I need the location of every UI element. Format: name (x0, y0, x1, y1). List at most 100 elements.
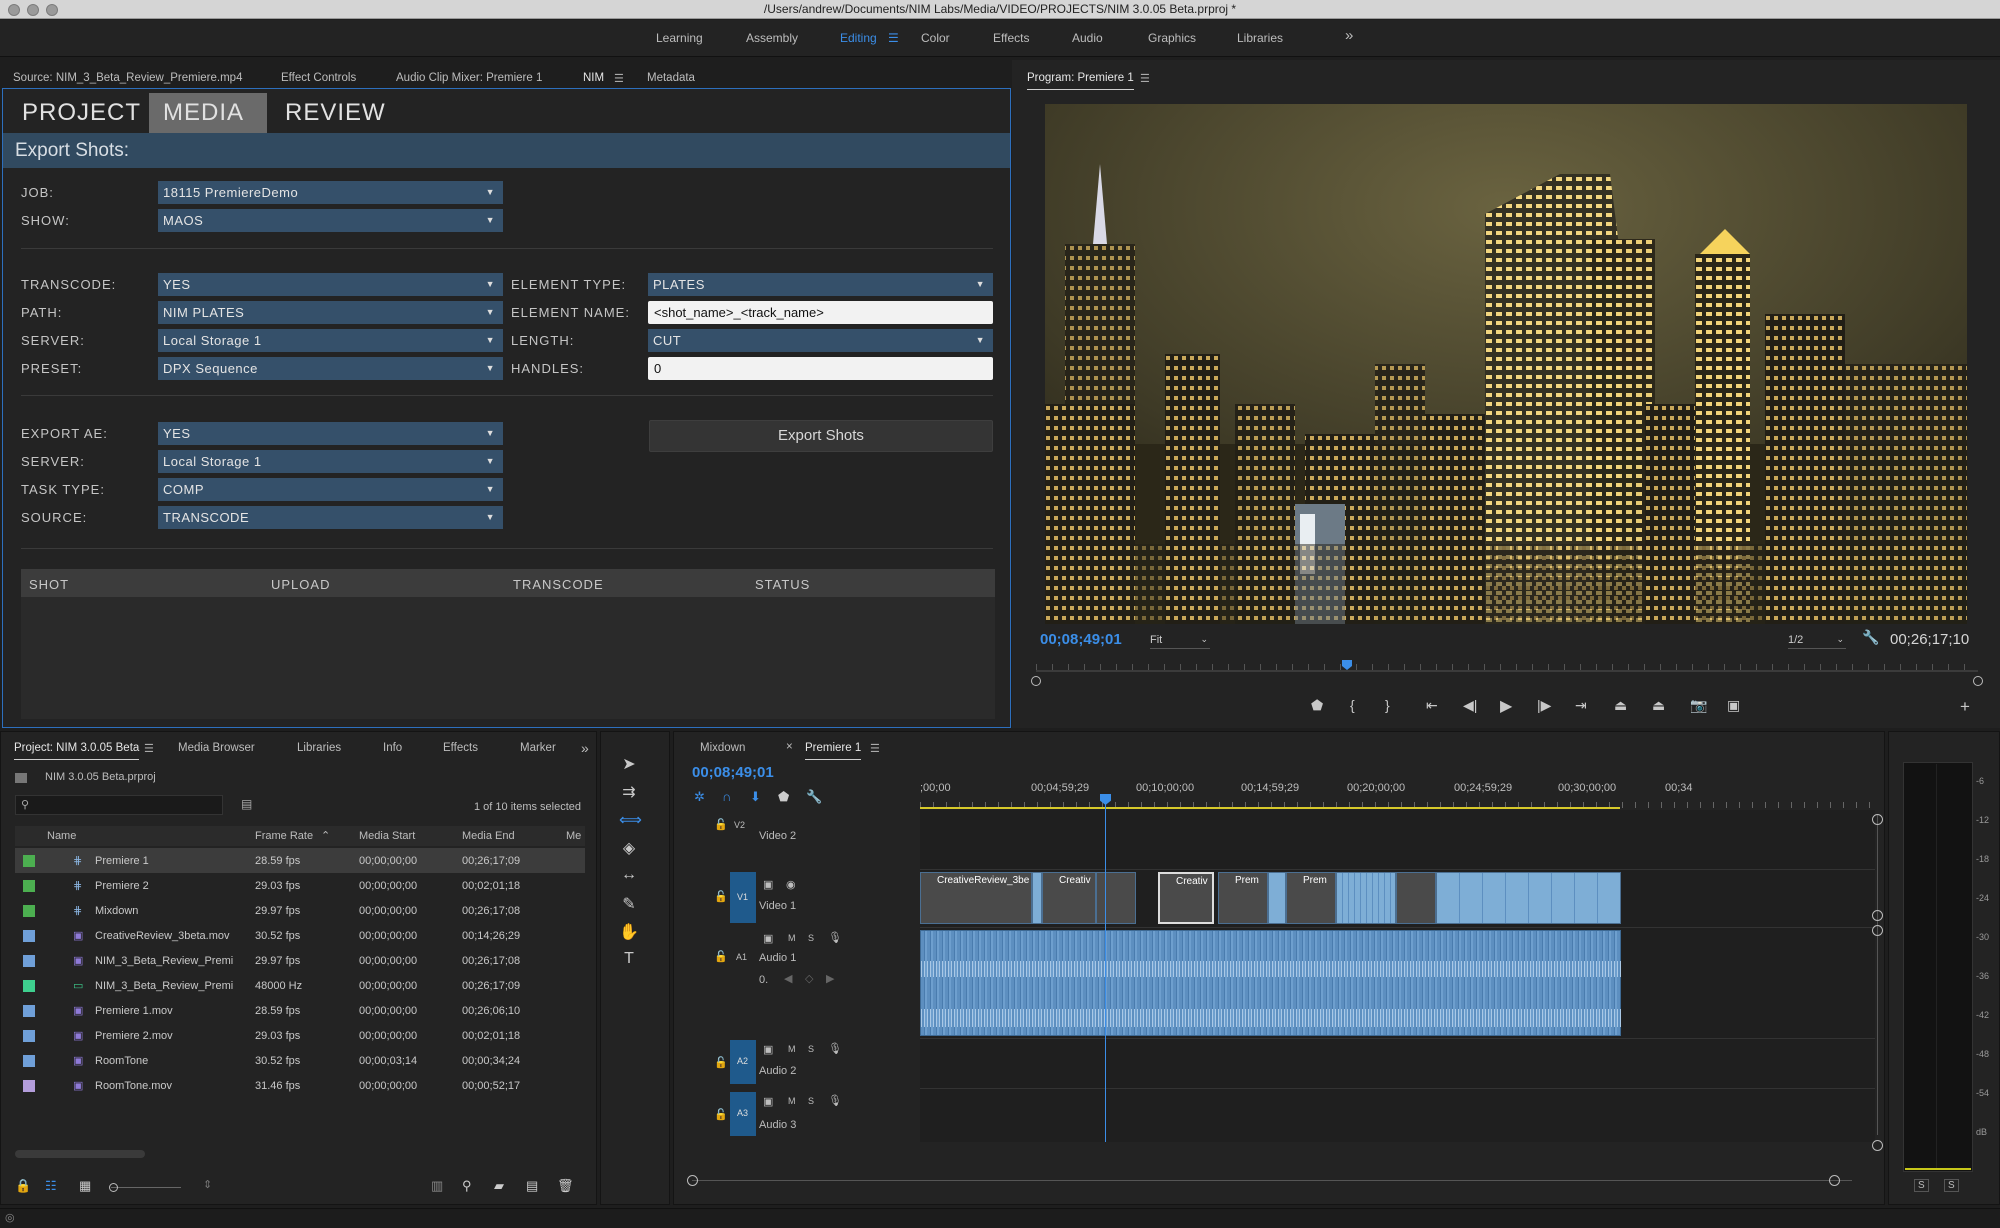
type-tool-icon[interactable]: T (619, 950, 639, 970)
tabs-overflow-icon[interactable]: » (581, 740, 589, 756)
vertical-zoom-track[interactable] (1877, 815, 1878, 1135)
comparison-view-icon[interactable]: ▣ (1727, 697, 1740, 714)
tab-effects[interactable]: Effects (443, 742, 478, 754)
automate-to-sequence-icon[interactable]: ▥ (431, 1178, 443, 1194)
tab-mixdown[interactable]: Mixdown (700, 742, 745, 754)
horizontal-zoom-handle[interactable] (687, 1175, 698, 1186)
zoom-window-button[interactable] (46, 4, 58, 16)
video-clip[interactable]: Prem (1286, 872, 1336, 924)
zoom-fit-select[interactable]: Fit ⌄ (1150, 634, 1210, 649)
snap-icon[interactable]: ∩ (722, 789, 731, 804)
status-indicator-icon[interactable]: ◎ (5, 1211, 15, 1224)
handles-input[interactable]: 0 (648, 357, 993, 380)
pen-tool-icon[interactable]: ✎ (619, 894, 639, 914)
icon-view-icon[interactable]: ▦ (79, 1178, 91, 1194)
vertical-zoom-handle[interactable] (1872, 1140, 1883, 1151)
zoom-slider[interactable] (111, 1187, 181, 1188)
track-a1-level[interactable]: 0. (759, 974, 768, 986)
export-ae-dropdown[interactable]: YES ▼ (158, 422, 503, 445)
label-color-swatch[interactable] (23, 1080, 35, 1092)
video-clip[interactable]: Prem (1218, 872, 1268, 924)
mute-button[interactable]: M (788, 1044, 796, 1054)
project-item-row[interactable]: ▭ NIM_3_Beta_Review_Premi 48000 Hz 00;00;00… (15, 973, 585, 998)
ripple-edit-tool-icon[interactable]: ⟺ (619, 810, 642, 830)
tab-effect-controls[interactable]: Effect Controls (281, 72, 356, 84)
work-area-bar[interactable] (920, 807, 1620, 809)
timeline-settings-icon[interactable]: 🔧 (806, 789, 822, 805)
video-clip[interactable] (1396, 872, 1436, 924)
toggle-sync-lock-icon[interactable]: ▣ (763, 878, 773, 891)
project-item-row[interactable]: ▣ NIM_3_Beta_Review_Premi 29.97 fps 00;00;0… (15, 948, 585, 973)
col-media-duration[interactable]: Me (566, 830, 581, 842)
mark-out-icon[interactable]: } (1385, 697, 1390, 713)
nim-nav-media[interactable]: MEDIA ▼ (149, 93, 267, 163)
program-menu-icon[interactable]: ☰ (1140, 72, 1150, 85)
col-transcode[interactable]: TRANSCODE (513, 577, 604, 592)
lock-icon[interactable]: 🔓 (714, 1056, 728, 1069)
workspace-assembly[interactable]: Assembly (746, 31, 798, 45)
timeline-current-timecode[interactable]: 00;08;49;01 (692, 764, 774, 781)
workspace-menu-icon[interactable]: ☰ (888, 31, 899, 45)
col-media-start[interactable]: Media Start (359, 830, 415, 842)
solo-right-button[interactable]: S (1944, 1179, 1959, 1192)
program-scrubber-track[interactable] (1036, 670, 1978, 672)
close-tab-icon[interactable]: × (786, 741, 793, 753)
project-item-row[interactable]: ▣ Premiere 1.mov 28.59 fps 00;00;00;00 00;26… (15, 998, 585, 1023)
mute-button[interactable]: M (788, 933, 796, 943)
label-color-swatch[interactable] (23, 1055, 35, 1067)
video-clip[interactable] (1436, 872, 1621, 924)
add-marker-icon[interactable]: ⬟ (1311, 697, 1323, 714)
workspace-graphics[interactable]: Graphics (1148, 31, 1196, 45)
workspace-audio[interactable]: Audio (1072, 31, 1103, 45)
project-menu-icon[interactable]: ☰ (144, 742, 154, 755)
sort-icon[interactable]: ⇕ (203, 1178, 212, 1191)
workspace-color[interactable]: Color (921, 31, 950, 45)
keyframe-icon[interactable]: ◇ (805, 972, 813, 985)
toggle-sync-lock-icon[interactable]: ▣ (763, 1095, 773, 1108)
go-to-in-icon[interactable]: ⇤ (1426, 697, 1438, 714)
show-dropdown[interactable]: MAOS ▼ (158, 209, 503, 232)
col-status[interactable]: STATUS (755, 577, 810, 592)
find-icon[interactable]: ⚲ (462, 1178, 472, 1194)
col-shot[interactable]: SHOT (29, 577, 69, 592)
job-dropdown[interactable]: 18115 PremiereDemo ▼ (158, 181, 503, 204)
list-view-icon[interactable]: ☷ (45, 1178, 57, 1194)
tab-metadata[interactable]: Metadata (647, 72, 695, 84)
solo-button[interactable]: S (808, 1096, 814, 1106)
mute-button[interactable]: M (788, 1096, 796, 1106)
razor-tool-icon[interactable]: ◈ (619, 838, 639, 858)
col-name[interactable]: Name (47, 830, 76, 842)
tab-nim[interactable]: NIM (583, 72, 605, 90)
timeline-menu-icon[interactable]: ☰ (870, 742, 880, 755)
workspace-editing[interactable]: Editing (840, 31, 877, 45)
tab-audio-clip-mixer[interactable]: Audio Clip Mixer: Premiere 1 (396, 72, 542, 84)
resolution-select[interactable]: 1/2 ⌄ (1788, 634, 1846, 649)
element-type-dropdown[interactable]: PLATES ▼ (648, 273, 993, 296)
tab-source[interactable]: Source: NIM_3_Beta_Review_Premiere.mp4 (13, 72, 242, 84)
step-forward-icon[interactable]: |▶ (1537, 697, 1551, 714)
horizontal-zoom-track[interactable] (692, 1180, 1852, 1181)
tab-marker[interactable]: Marker (520, 742, 556, 754)
clear-icon[interactable]: 🗑 (557, 1178, 574, 1194)
task-type-dropdown[interactable]: COMP ▼ (158, 478, 503, 501)
program-current-timecode[interactable]: 00;08;49;01 (1040, 631, 1122, 648)
project-item-row[interactable]: ⋕ Premiere 2 29.03 fps 00;00;00;00 00;02;01;… (15, 873, 585, 898)
workspace-libraries[interactable]: Libraries (1237, 31, 1283, 45)
label-color-swatch[interactable] (23, 855, 35, 867)
extract-icon[interactable]: ⏏ (1652, 697, 1665, 714)
tab-info[interactable]: Info (383, 742, 402, 754)
tab-libraries[interactable]: Libraries (297, 742, 341, 754)
zoom-slider-handle[interactable] (109, 1183, 118, 1192)
step-back-icon[interactable]: ◀| (1463, 697, 1477, 714)
project-item-row[interactable]: ⋕ Premiere 1 28.59 fps 00;00;00;00 00;26;17;… (15, 848, 585, 873)
label-color-swatch[interactable] (23, 980, 35, 992)
track-select-tool-icon[interactable]: ⇉ (619, 782, 639, 802)
project-item-row[interactable]: ▣ Premiere 2.mov 29.03 fps 00;00;00;00 00;02… (15, 1023, 585, 1048)
col-upload[interactable]: UPLOAD (271, 577, 330, 592)
lock-icon[interactable]: 🔓 (714, 1108, 728, 1121)
new-search-bin-icon[interactable]: ▤ (241, 797, 252, 811)
tab-project[interactable]: Project: NIM 3.0.05 Beta (14, 742, 140, 760)
project-horizontal-scrollbar[interactable] (15, 1150, 145, 1158)
label-color-swatch[interactable] (23, 1030, 35, 1042)
mark-in-icon[interactable]: { (1350, 697, 1355, 713)
